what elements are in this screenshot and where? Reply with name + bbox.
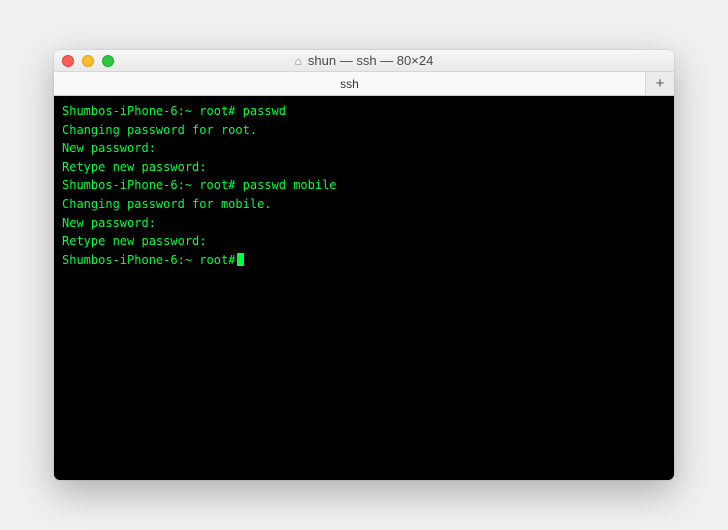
terminal-line: Changing password for mobile. [62, 195, 666, 214]
terminal-window: ⌂ shun — ssh — 80×24 ssh + Shumbos-iPhon… [54, 50, 674, 480]
close-icon[interactable] [62, 55, 74, 67]
window-title-text: shun — ssh — 80×24 [308, 53, 433, 68]
tab-ssh[interactable]: ssh [54, 72, 646, 95]
tab-bar: ssh + [54, 72, 674, 96]
plus-icon: + [656, 75, 665, 92]
terminal-line: Shumbos-iPhone-6:~ root# passwd [62, 102, 666, 121]
cursor-icon [237, 253, 244, 266]
window-controls [62, 55, 114, 67]
terminal-line: Shumbos-iPhone-6:~ root# passwd mobile [62, 176, 666, 195]
minimize-icon[interactable] [82, 55, 94, 67]
terminal-line: Changing password for root. [62, 121, 666, 140]
terminal-prompt: Shumbos-iPhone-6:~ root# [62, 253, 235, 267]
titlebar[interactable]: ⌂ shun — ssh — 80×24 [54, 50, 674, 72]
terminal-area[interactable]: Shumbos-iPhone-6:~ root# passwd Changing… [54, 96, 674, 480]
maximize-icon[interactable] [102, 55, 114, 67]
terminal-line: New password: [62, 139, 666, 158]
tab-label: ssh [340, 77, 359, 91]
terminal-line: Retype new password: [62, 232, 666, 251]
home-icon: ⌂ [295, 54, 302, 68]
window-title: ⌂ shun — ssh — 80×24 [54, 53, 674, 68]
new-tab-button[interactable]: + [646, 72, 674, 95]
terminal-prompt-line: Shumbos-iPhone-6:~ root# [62, 251, 666, 270]
terminal-line: New password: [62, 214, 666, 233]
terminal-line: Retype new password: [62, 158, 666, 177]
